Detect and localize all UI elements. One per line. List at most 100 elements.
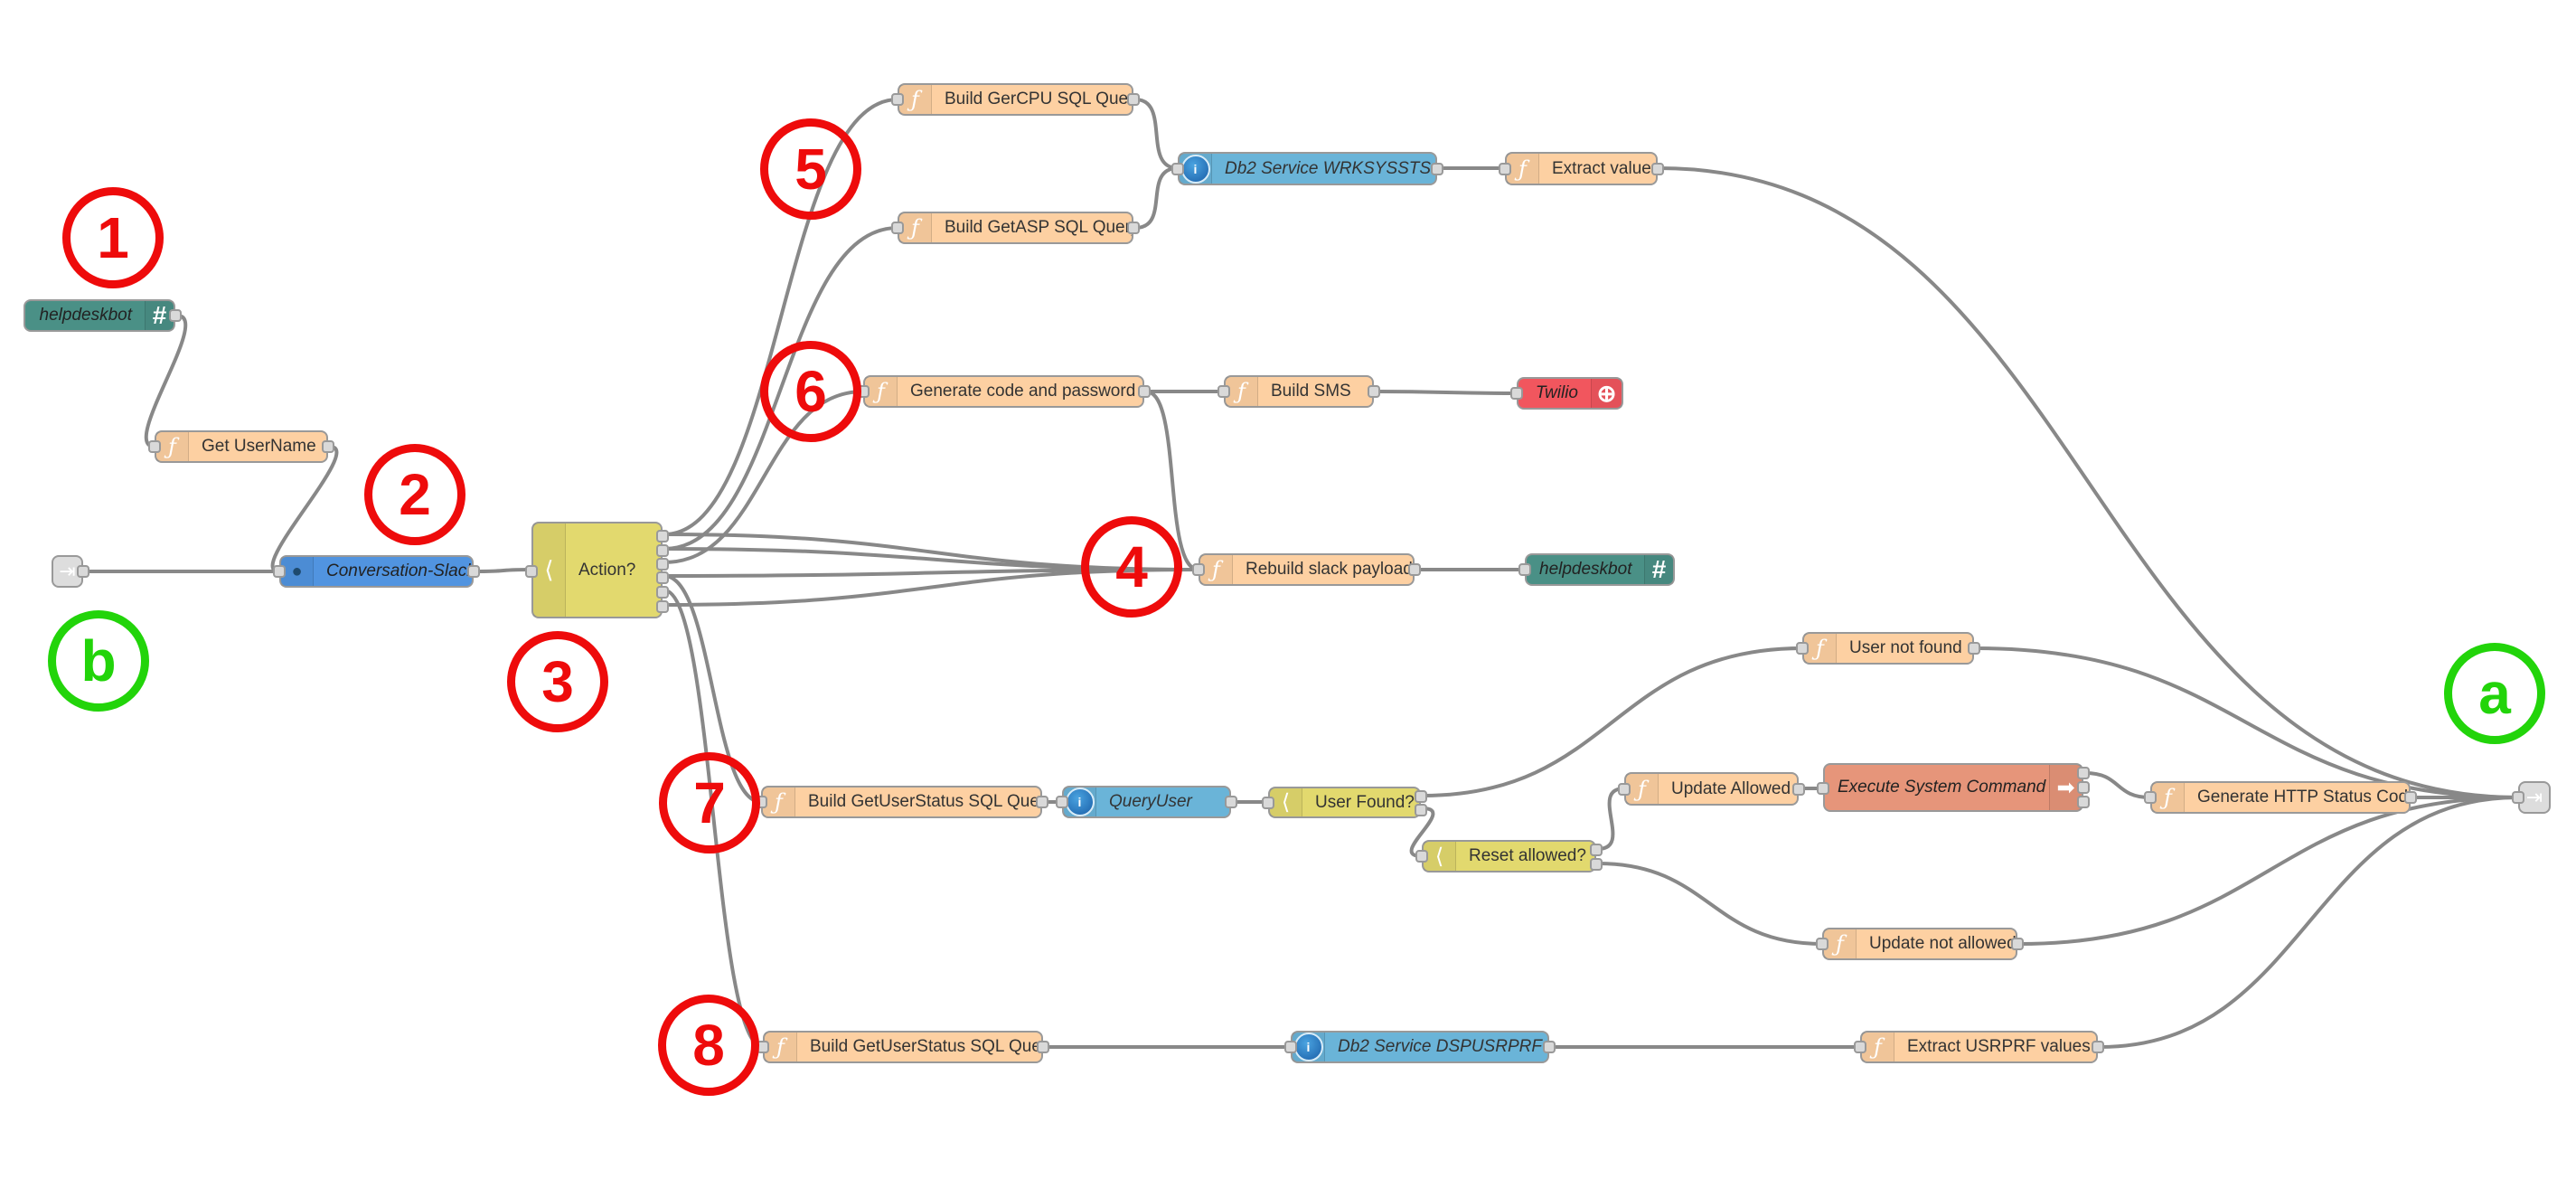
input-port[interactable]	[525, 565, 538, 578]
input-port[interactable]	[1510, 387, 1523, 400]
output-port[interactable]	[1792, 783, 1805, 796]
output-port[interactable]	[1651, 163, 1664, 175]
output-port-3[interactable]	[2077, 796, 2090, 808]
output-port[interactable]	[322, 440, 334, 453]
wire-helpdeskbot-to-getusername[interactable]	[144, 314, 188, 448]
output-port-6[interactable]	[656, 600, 669, 613]
node-label: QueryUser	[1109, 792, 1192, 811]
output-port[interactable]	[1138, 385, 1151, 398]
output-port-2[interactable]	[1415, 804, 1427, 816]
node-rebuild-slack[interactable]: ƒ Rebuild slack payload	[1192, 553, 1421, 586]
node-extract-value[interactable]: ƒ Extract value	[1499, 152, 1664, 185]
wire-getusername-to-conversation[interactable]	[270, 445, 339, 573]
input-port[interactable]	[148, 440, 161, 453]
node-action-switch[interactable]: ⟨ Action?	[525, 522, 669, 618]
wire-reset2-to-updatenotallowed[interactable]	[1597, 862, 1823, 946]
wire-exec1-to-http[interactable]	[2084, 771, 2151, 799]
output-port-4[interactable]	[656, 571, 669, 584]
node-update-not-allowed[interactable]: ƒ Update not allowed	[1816, 928, 2024, 960]
input-port[interactable]	[1171, 163, 1184, 175]
node-twilio[interactable]: Twilio ⊕	[1510, 377, 1623, 410]
output-port[interactable]	[1968, 642, 1980, 655]
output-port[interactable]	[77, 565, 89, 578]
output-port-3[interactable]	[656, 558, 669, 571]
input-port[interactable]	[1618, 783, 1631, 796]
wire-conversation-to-action[interactable]	[475, 568, 532, 573]
function-icon: ƒ	[1862, 1033, 1894, 1061]
node-generate-code[interactable]: ƒ Generate code and password	[857, 375, 1151, 408]
output-port[interactable]	[1036, 796, 1048, 808]
input-port[interactable]	[1415, 850, 1428, 863]
input-port[interactable]	[1499, 163, 1511, 175]
node-conversation-slack[interactable]: ● Conversation-Slack	[273, 555, 480, 588]
node-helpdeskbot-out[interactable]: helpdeskbot #	[1518, 553, 1675, 586]
input-port[interactable]	[1817, 782, 1829, 795]
node-build-gercpu[interactable]: ƒ Build GerCPU SQL Query	[891, 83, 1140, 116]
input-port[interactable]	[1262, 797, 1274, 809]
output-port[interactable]	[1127, 222, 1140, 234]
output-port[interactable]	[2404, 791, 2417, 804]
annotation-marker-6: 6	[760, 341, 861, 442]
output-port-1[interactable]	[1590, 844, 1603, 856]
output-port-2[interactable]	[656, 544, 669, 557]
output-port-1[interactable]	[2077, 767, 2090, 779]
input-port[interactable]	[273, 565, 286, 578]
node-db2-wrksyssts[interactable]: i Db2 Service WRKSYSSTS	[1171, 152, 1443, 185]
node-link-out-a[interactable]: ⇥	[2512, 781, 2551, 814]
wire-getasp-to-db2[interactable]	[1134, 166, 1179, 230]
node-extract-usrprf[interactable]: ƒ Extract USRPRF values	[1854, 1031, 2104, 1063]
flow-canvas[interactable]: helpdeskbot # ƒ Get UserName ⇥ ● Convers…	[0, 0, 2576, 1179]
input-port[interactable]	[1284, 1041, 1297, 1053]
wire-gercpu-to-db2[interactable]	[1134, 98, 1179, 170]
function-icon: ƒ	[1626, 774, 1659, 804]
output-port[interactable]	[169, 309, 182, 322]
node-build-userstatus-8[interactable]: ƒ Build GetUserStatus SQL Query	[757, 1031, 1049, 1063]
node-build-sms[interactable]: ƒ Build SMS	[1217, 375, 1380, 408]
node-exec-command[interactable]: Execute System Command ➡	[1817, 763, 2090, 812]
input-port[interactable]	[1217, 385, 1230, 398]
output-port-1[interactable]	[656, 530, 669, 542]
node-update-allowed[interactable]: ƒ Update Allowed	[1618, 772, 1805, 806]
output-port[interactable]	[467, 565, 480, 578]
output-port[interactable]	[1431, 163, 1443, 175]
output-port-1[interactable]	[1415, 790, 1427, 803]
input-port[interactable]	[1192, 563, 1205, 576]
input-port[interactable]	[2144, 791, 2157, 804]
output-port[interactable]	[1127, 93, 1140, 106]
output-port[interactable]	[1368, 385, 1380, 398]
input-port[interactable]	[1816, 938, 1829, 950]
output-port[interactable]	[1225, 796, 1237, 808]
node-user-not-found[interactable]: ƒ User not found	[1796, 632, 1980, 665]
output-port[interactable]	[1037, 1041, 1049, 1053]
node-build-userstatus-7[interactable]: ƒ Build GetUserStatus SQL Query	[755, 786, 1048, 818]
node-db2-dspusrprf[interactable]: i Db2 Service DSPUSRPRF	[1284, 1031, 1556, 1063]
input-port[interactable]	[1056, 796, 1068, 808]
input-port[interactable]	[1854, 1041, 1866, 1053]
input-port[interactable]	[1796, 642, 1809, 655]
output-port-2[interactable]	[2077, 781, 2090, 794]
function-icon: ƒ	[899, 213, 932, 242]
output-port[interactable]	[2092, 1041, 2104, 1053]
output-port[interactable]	[2011, 938, 2024, 950]
output-port[interactable]	[1543, 1041, 1556, 1053]
node-link-in-b[interactable]: ⇥	[52, 555, 89, 588]
node-user-found[interactable]: ⟨ User Found?	[1262, 787, 1427, 818]
node-build-getasp[interactable]: ƒ Build GetASP SQL Query	[891, 212, 1140, 244]
wire-reset1-to-updateallowed[interactable]	[1597, 787, 1625, 851]
node-get-username[interactable]: ƒ Get UserName	[148, 430, 334, 463]
wire-updatenotallowed-to-linka[interactable]	[2018, 796, 2519, 946]
node-query-user[interactable]: i QueryUser	[1056, 786, 1237, 818]
wire-sms-to-twilio[interactable]	[1375, 390, 1518, 395]
output-port-5[interactable]	[656, 586, 669, 599]
wire-extract-to-linka[interactable]	[1659, 166, 2519, 799]
output-port[interactable]	[1408, 563, 1421, 576]
input-port[interactable]	[1518, 563, 1531, 576]
node-label: Extract value	[1552, 158, 1651, 178]
node-generate-http[interactable]: ƒ Generate HTTP Status Code	[2144, 781, 2417, 814]
node-reset-allowed[interactable]: ⟨ Reset allowed?	[1415, 840, 1603, 872]
input-port[interactable]	[891, 93, 904, 106]
node-helpdeskbot-in[interactable]: helpdeskbot #	[24, 299, 182, 332]
output-port-2[interactable]	[1590, 858, 1603, 871]
input-port[interactable]	[891, 222, 904, 234]
input-port[interactable]	[2512, 791, 2524, 804]
